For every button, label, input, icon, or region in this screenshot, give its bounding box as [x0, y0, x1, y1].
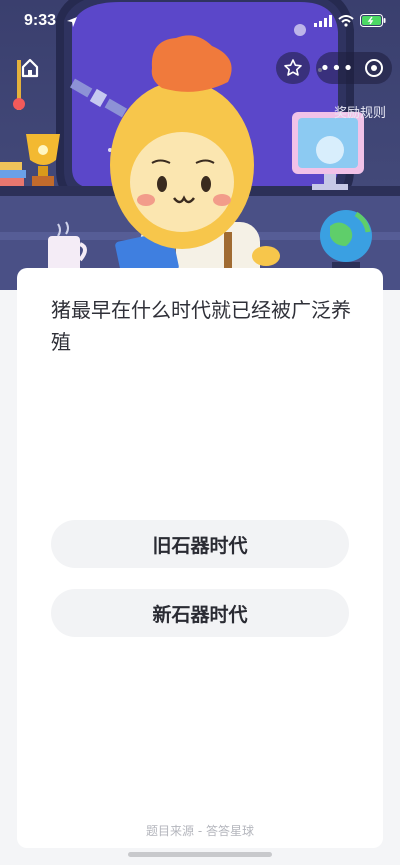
battery-icon — [360, 14, 386, 27]
more-icon: ••• — [319, 57, 355, 79]
option-button-1[interactable]: 旧石器时代 — [51, 520, 349, 568]
status-time: 9:33 — [24, 12, 57, 29]
question-card: 猪最早在什么时代就已经被广泛养殖 旧石器时代 新石器时代 题目来源 - 答答星球 — [17, 268, 383, 848]
status-bar: 9:33 — [0, 0, 400, 46]
question-text: 猪最早在什么时代就已经被广泛养殖 — [51, 298, 351, 354]
option-button-2[interactable]: 新石器时代 — [51, 589, 349, 637]
home-icon — [21, 58, 39, 78]
home-indicator[interactable] — [128, 852, 272, 857]
close-button[interactable] — [358, 52, 390, 84]
home-button[interactable] — [14, 52, 46, 84]
more-button[interactable]: ••• — [316, 52, 358, 84]
close-icon — [365, 59, 383, 77]
trophy-icon — [26, 134, 60, 186]
location-arrow-icon — [67, 17, 77, 27]
menu-capsule: ••• — [316, 52, 392, 84]
favorite-button[interactable] — [276, 52, 310, 84]
signal-icon — [314, 14, 332, 27]
reward-rules-link[interactable]: 奖励规则 — [334, 102, 386, 121]
wifi-icon — [338, 14, 354, 27]
question-source: 题目来源 - 答答星球 — [146, 824, 254, 838]
star-icon — [284, 59, 302, 76]
